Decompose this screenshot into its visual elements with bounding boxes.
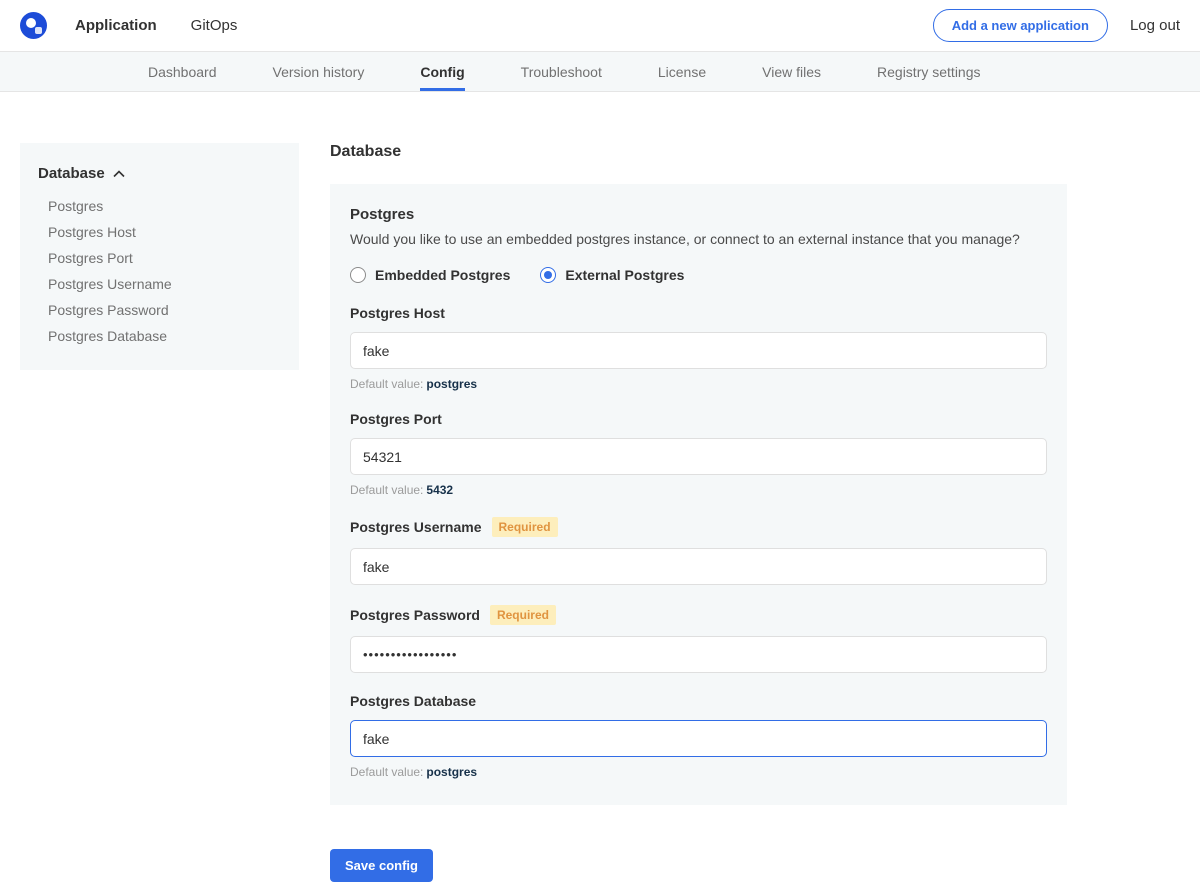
add-application-button[interactable]: Add a new application xyxy=(933,9,1108,42)
field-postgres-username: Postgres Username Required xyxy=(350,517,1047,585)
radio-embedded-postgres[interactable]: Embedded Postgres xyxy=(350,267,510,283)
field-label: Postgres Port xyxy=(350,411,442,427)
config-group-card: Postgres Would you like to use an embedd… xyxy=(330,184,1067,805)
field-postgres-host: Postgres Host Default value:postgres xyxy=(350,305,1047,391)
section-title: Database xyxy=(330,143,1067,161)
subnav-tab-view-files[interactable]: View files xyxy=(762,52,821,91)
tab-gitops[interactable]: GitOps xyxy=(191,0,238,51)
required-badge: Required xyxy=(490,605,556,625)
group-title: Postgres xyxy=(350,206,1047,223)
default-prefix: Default value: xyxy=(350,483,423,497)
field-postgres-port: Postgres Port Default value:5432 xyxy=(350,411,1047,497)
radio-checked-icon xyxy=(540,267,556,283)
default-value: postgres xyxy=(426,377,477,391)
sidebar-item-postgres-host[interactable]: Postgres Host xyxy=(38,214,283,240)
topbar-right: Add a new application Log out xyxy=(933,9,1180,42)
postgres-host-input[interactable] xyxy=(350,332,1047,369)
config-main: Database Postgres Would you like to use … xyxy=(330,143,1067,882)
subnav-tab-dashboard[interactable]: Dashboard xyxy=(148,52,217,91)
radio-unchecked-icon xyxy=(350,267,366,283)
default-prefix: Default value: xyxy=(350,765,423,779)
sidebar-item-postgres-password[interactable]: Postgres Password xyxy=(38,292,283,318)
field-label: Postgres Username xyxy=(350,519,482,535)
postgres-port-input[interactable] xyxy=(350,438,1047,475)
sidebar-group-database[interactable]: Database xyxy=(38,165,283,182)
subnav-tab-troubleshoot[interactable]: Troubleshoot xyxy=(521,52,602,91)
default-value: 5432 xyxy=(426,483,453,497)
field-default-help: Default value:5432 xyxy=(350,483,1047,497)
postgres-mode-radio-group: Embedded Postgres External Postgres xyxy=(350,267,1047,283)
postgres-username-input[interactable] xyxy=(350,548,1047,585)
sidebar-item-list: Postgres Postgres Host Postgres Port Pos… xyxy=(38,188,283,344)
group-description: Would you like to use an embedded postgr… xyxy=(350,231,1047,247)
sidebar-item-postgres-database[interactable]: Postgres Database xyxy=(38,318,283,344)
config-sidebar: Database Postgres Postgres Host Postgres… xyxy=(20,143,299,370)
postgres-database-input[interactable] xyxy=(350,720,1047,757)
sidebar-item-postgres-username[interactable]: Postgres Username xyxy=(38,266,283,292)
field-label: Postgres Password xyxy=(350,607,480,623)
radio-label: External Postgres xyxy=(565,267,684,283)
field-default-help: Default value:postgres xyxy=(350,377,1047,391)
top-navigation: Application GitOps xyxy=(75,0,237,51)
chevron-up-icon xyxy=(113,170,125,178)
subnav-tab-license[interactable]: License xyxy=(658,52,706,91)
topbar: Application GitOps Add a new application… xyxy=(0,0,1200,52)
save-config-button[interactable]: Save config xyxy=(330,849,433,882)
app-subnav: Dashboard Version history Config Trouble… xyxy=(0,52,1200,92)
postgres-password-input[interactable] xyxy=(350,636,1047,673)
default-value: postgres xyxy=(426,765,477,779)
subnav-tab-registry-settings[interactable]: Registry settings xyxy=(877,52,980,91)
field-postgres-database: Postgres Database Default value:postgres xyxy=(350,693,1047,779)
field-label: Postgres Host xyxy=(350,305,445,321)
content-area: Database Postgres Postgres Host Postgres… xyxy=(0,92,1200,882)
field-default-help: Default value:postgres xyxy=(350,765,1047,779)
sidebar-group-label: Database xyxy=(38,165,105,182)
app-logo-icon[interactable] xyxy=(20,12,47,39)
default-prefix: Default value: xyxy=(350,377,423,391)
tab-application[interactable]: Application xyxy=(75,0,157,51)
field-label: Postgres Database xyxy=(350,693,476,709)
radio-external-postgres[interactable]: External Postgres xyxy=(540,267,684,283)
field-postgres-password: Postgres Password Required xyxy=(350,605,1047,673)
required-badge: Required xyxy=(492,517,558,537)
sidebar-item-postgres-port[interactable]: Postgres Port xyxy=(38,240,283,266)
subnav-tab-config[interactable]: Config xyxy=(420,52,464,91)
radio-label: Embedded Postgres xyxy=(375,267,510,283)
logout-link[interactable]: Log out xyxy=(1130,17,1180,34)
subnav-tab-version-history[interactable]: Version history xyxy=(273,52,365,91)
sidebar-item-postgres[interactable]: Postgres xyxy=(38,188,283,214)
